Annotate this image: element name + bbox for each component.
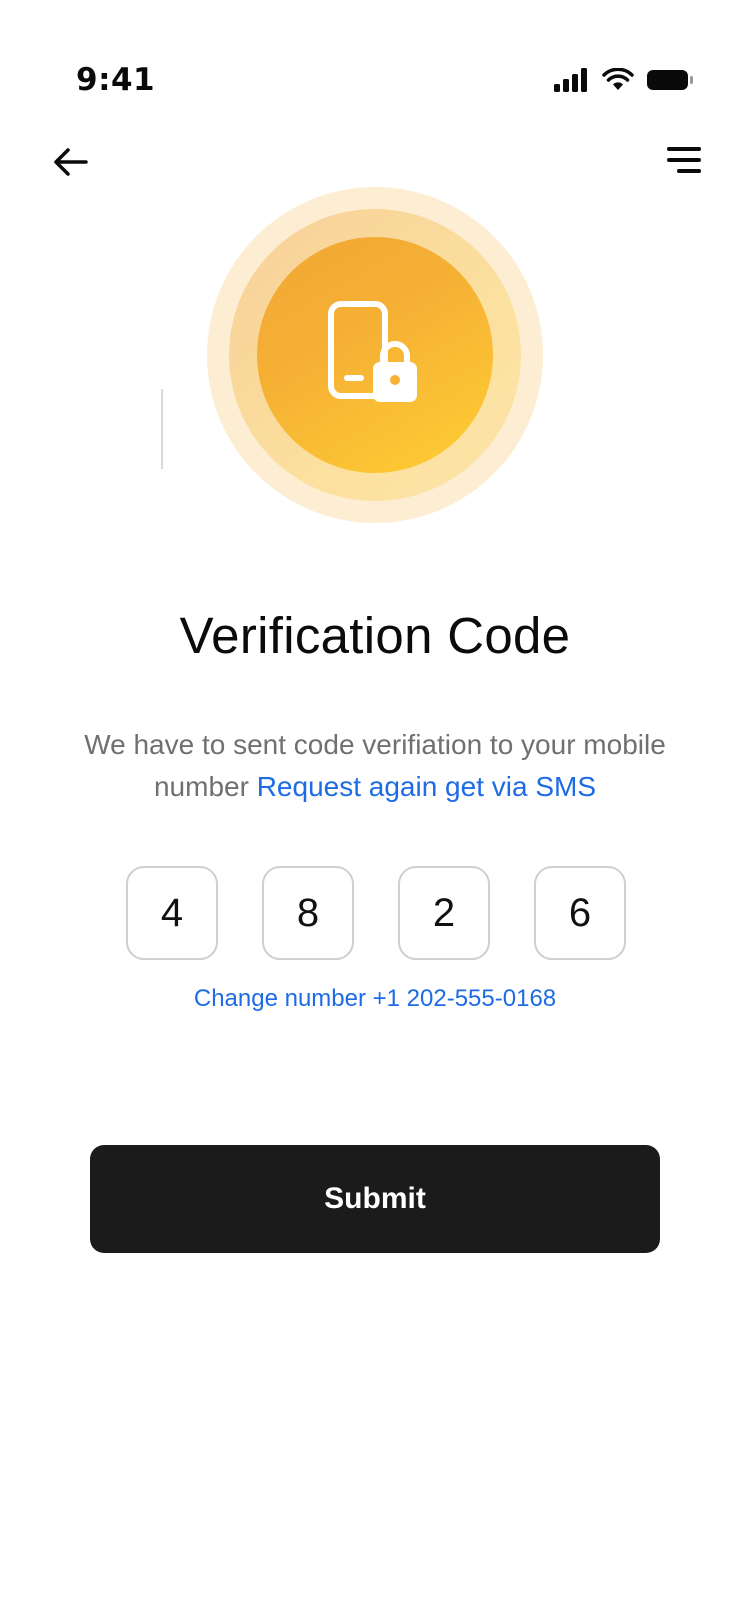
menu-button[interactable] [658,134,710,186]
battery-icon [647,70,693,90]
status-time: 9:41 [76,62,156,98]
illustration-inner-circle [257,237,493,473]
otp-digit-3[interactable]: 2 [398,866,490,960]
change-number-link[interactable]: Change number +1 202-555-0168 [0,985,750,1013]
verification-description: We have to sent code verifiation to your… [60,724,690,808]
wifi-icon [602,68,634,90]
submit-button[interactable]: Submit [90,1145,660,1253]
hamburger-menu-icon [667,147,701,173]
otp-digit-1[interactable]: 4 [126,866,218,960]
verification-illustration [207,187,543,523]
page-title: Verification Code [179,607,571,664]
arrow-left-icon [54,148,88,176]
status-bar: 9:41 [0,0,750,110]
status-icons [554,68,694,92]
divider-line [161,389,163,469]
back-button[interactable] [44,136,96,188]
otp-digit-4[interactable]: 6 [534,866,626,960]
signal-icon [554,68,587,92]
phone-lock-icon [328,301,417,402]
request-sms-link[interactable]: Request again get via SMS [257,771,596,802]
otp-digit-2[interactable]: 8 [262,866,354,960]
otp-input-group: 4 8 2 6 [126,866,626,960]
